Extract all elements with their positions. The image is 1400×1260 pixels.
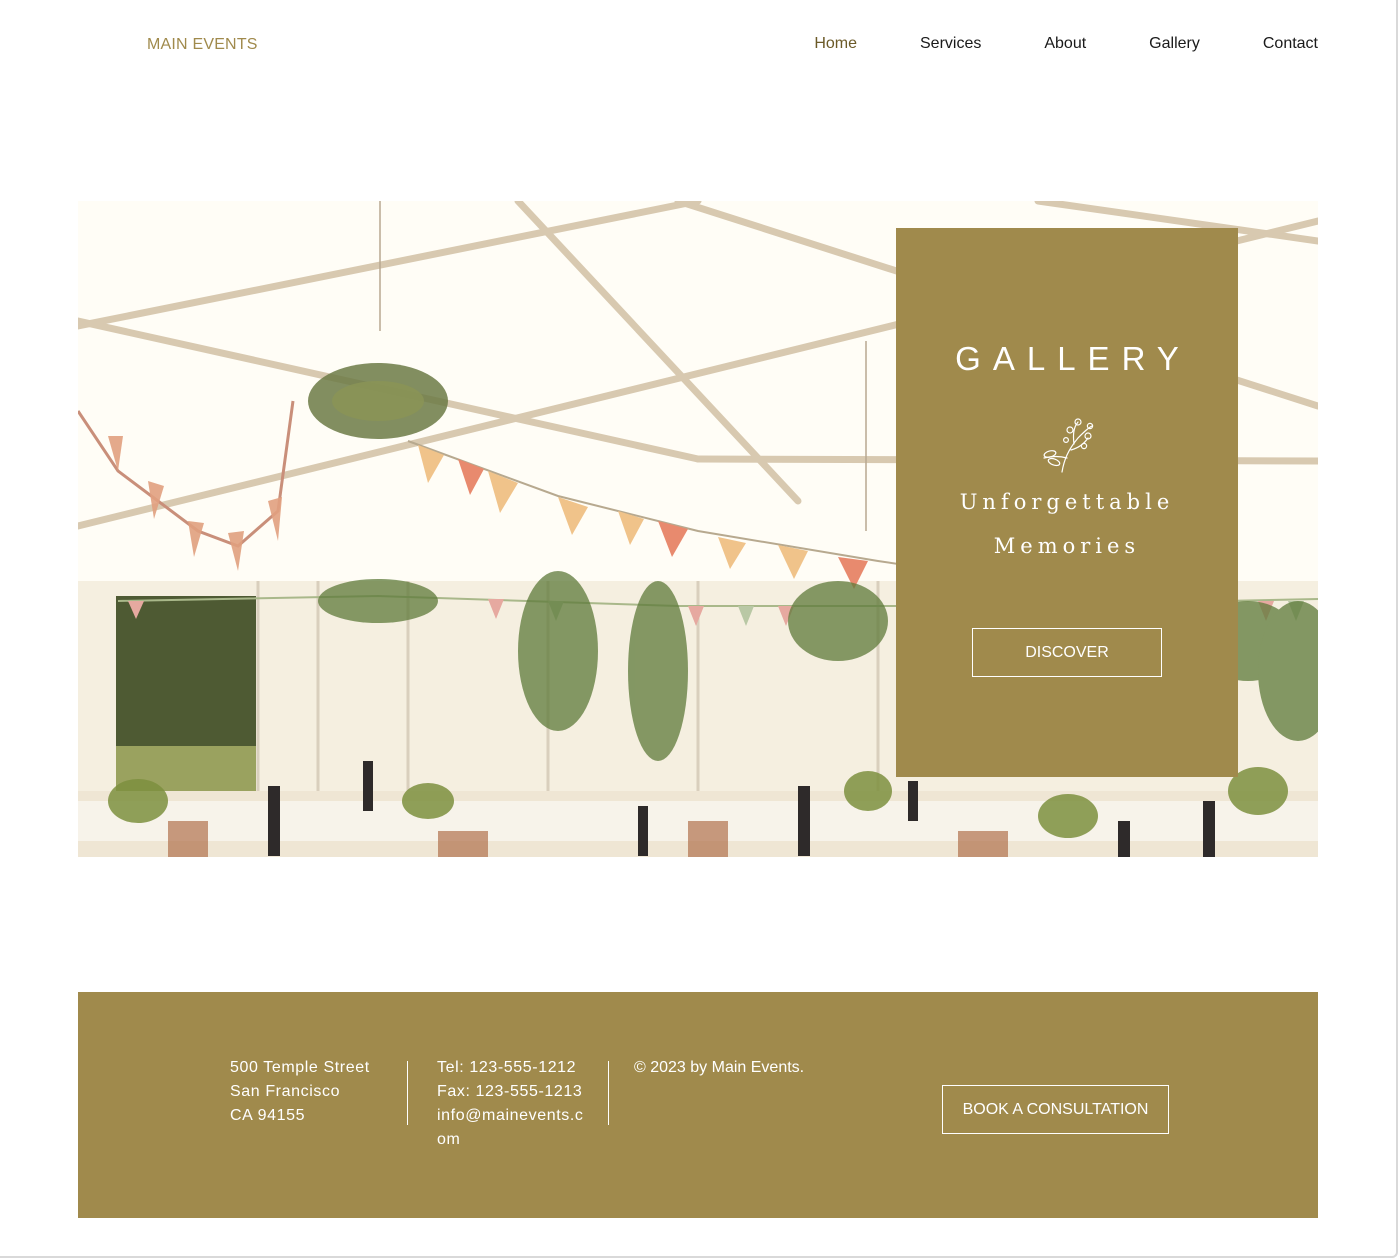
gallery-card: GALLERY Unforgettable Memories DISCOVER xyxy=(896,228,1238,777)
nav-gallery[interactable]: Gallery xyxy=(1149,35,1200,53)
footer-divider xyxy=(608,1061,609,1125)
footer-email-link[interactable]: info@mainevents.com xyxy=(437,1104,592,1152)
nav-home[interactable]: Home xyxy=(814,35,857,53)
footer-copyright: © 2023 by Main Events. xyxy=(634,1059,805,1076)
sprig-icon xyxy=(1043,418,1094,473)
discover-button[interactable]: DISCOVER xyxy=(972,628,1162,677)
footer-contact: Tel: 123-555-1212 Fax: 123-555-1213 info… xyxy=(437,1056,592,1152)
footer-fax: Fax: 123-555-1213 xyxy=(437,1083,583,1100)
footer-phone: Tel: 123-555-1212 xyxy=(437,1059,577,1076)
site-logo[interactable]: MAIN EVENTS xyxy=(147,36,258,54)
card-title: GALLERY xyxy=(955,340,1191,377)
book-consultation-button[interactable]: BOOK A CONSULTATION xyxy=(942,1085,1169,1134)
nav-services[interactable]: Services xyxy=(920,35,981,53)
main-nav: Home Services About Gallery Contact xyxy=(751,35,1318,53)
site-footer: 500 Temple Street San Francisco CA 94155… xyxy=(78,992,1318,1218)
nav-contact[interactable]: Contact xyxy=(1263,35,1318,53)
footer-address: 500 Temple Street San Francisco CA 94155 xyxy=(230,1056,370,1128)
card-subtitle-line1: Unforgettable xyxy=(959,490,1175,514)
footer-divider xyxy=(407,1061,408,1125)
address-line: CA 94155 xyxy=(230,1107,306,1124)
card-subtitle-line2: Memories xyxy=(993,534,1141,558)
address-line: 500 Temple Street xyxy=(230,1059,370,1076)
nav-about[interactable]: About xyxy=(1044,35,1086,53)
address-line: San Francisco xyxy=(230,1083,341,1100)
